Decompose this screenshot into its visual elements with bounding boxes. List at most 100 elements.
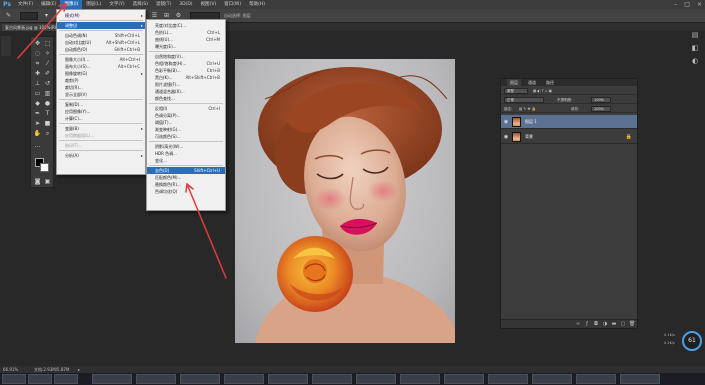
menu-option[interactable]: 替换颜色(R)... — [147, 181, 225, 188]
history-panel-icon[interactable]: ▤ — [690, 30, 700, 40]
menu-option[interactable]: 陷印(T)... — [57, 142, 145, 149]
new-layer-icon[interactable]: ▢ — [620, 321, 626, 327]
move-tool-icon[interactable]: ✥ — [33, 39, 42, 48]
delete-layer-icon[interactable]: 🗑 — [629, 321, 635, 327]
taskbar-item[interactable] — [620, 374, 660, 384]
new-group-icon[interactable]: ▬ — [611, 321, 617, 327]
menu-option[interactable]: 显示全部(V) — [57, 91, 145, 98]
taskbar-item[interactable] — [488, 374, 528, 384]
shape-tool-icon[interactable]: ■ — [43, 119, 52, 128]
background-color-swatch[interactable] — [40, 163, 49, 172]
menu-option[interactable]: 阈值(T)... — [147, 119, 225, 126]
adjustments-panel-icon[interactable]: ◐ — [690, 56, 700, 66]
menu-option[interactable]: HDR 色调... — [147, 150, 225, 157]
menu-option[interactable]: 计算(C)... — [57, 115, 145, 122]
dodge-tool-icon[interactable]: ● — [43, 99, 52, 108]
quick-select-tool-icon[interactable]: ✧ — [43, 49, 52, 58]
taskbar-item[interactable] — [2, 374, 26, 384]
fill-input[interactable]: 100% — [591, 106, 611, 112]
lasso-tool-icon[interactable]: ◌ — [33, 49, 42, 58]
menu-item[interactable]: 视图(V) — [197, 0, 221, 9]
menu-option[interactable]: 亮度/对比度(C)... — [147, 22, 225, 29]
layer-row-background[interactable]: ◉ 背景 🔒 — [501, 130, 637, 144]
tab-paths[interactable]: 路径 — [543, 79, 557, 86]
status-chevron-icon[interactable]: ▸ — [78, 366, 80, 373]
zoom-tool-icon[interactable]: ⌕ — [43, 129, 52, 138]
menu-item[interactable]: 编辑(E) — [37, 0, 60, 9]
menu-option[interactable]: 黑白(K)... Alt+Shift+Ctrl+B — [147, 74, 225, 81]
tab-layers[interactable]: 图层 — [507, 79, 521, 86]
menu-option[interactable]: 曲线(U)... Ctrl+M — [147, 36, 225, 43]
document-canvas[interactable] — [235, 59, 455, 343]
tool-preset-picker[interactable] — [20, 12, 38, 20]
path-select-tool-icon[interactable]: ➤ — [33, 119, 42, 128]
taskbar-item[interactable] — [312, 374, 352, 384]
menu-option[interactable]: 应用图像(Y)... — [57, 108, 145, 115]
link-layers-icon[interactable]: ∞ — [575, 321, 581, 327]
visibility-eye-icon[interactable]: ◉ — [503, 134, 509, 140]
restore-button[interactable]: □ — [684, 1, 690, 8]
taskbar-item[interactable] — [356, 374, 396, 384]
lock-icons[interactable]: ▨ ✎ ✥ 🔒 — [519, 106, 536, 112]
menu-option[interactable]: 裁剪(P) — [57, 77, 145, 84]
more-tools-icon[interactable]: … — [33, 141, 42, 150]
layer-row-1[interactable]: ◉ 图层 1 — [501, 115, 637, 129]
filter-icons[interactable]: ▦ ◐ T ◇ ▣ — [533, 88, 552, 94]
healing-brush-tool-icon[interactable]: ✚ — [33, 69, 42, 78]
eraser-tool-icon[interactable]: ▭ — [33, 89, 42, 98]
taskbar-item[interactable] — [444, 374, 484, 384]
menu-item[interactable]: 文件(F) — [14, 0, 37, 9]
adjustment-layer-icon[interactable]: ◑ — [602, 321, 608, 327]
menu-option[interactable]: 变化... — [147, 157, 225, 164]
menu-item[interactable]: 滤镜(T) — [152, 0, 175, 9]
menu-option[interactable]: 颜色查找... — [147, 95, 225, 102]
menu-item[interactable]: 图层(L) — [82, 0, 105, 9]
blend-mode-select[interactable]: 正常 — [504, 97, 544, 103]
menu-option[interactable]: 去色(D) Shift+Ctrl+U — [147, 167, 225, 174]
add-mask-icon[interactable]: ◘ — [593, 321, 599, 327]
taskbar-item[interactable] — [268, 374, 308, 384]
menu-option[interactable]: 照片滤镜(F)... — [147, 81, 225, 88]
menu-item[interactable]: 选择(S) — [129, 0, 152, 9]
menu-option[interactable]: 自动颜色(O) Shift+Ctrl+B — [57, 46, 145, 53]
minimize-button[interactable]: – — [674, 1, 677, 8]
taskbar-item[interactable] — [224, 374, 264, 384]
menu-option[interactable]: 应用数据组(L)... — [57, 132, 145, 139]
menu-option[interactable]: 曝光度(E)... — [147, 43, 225, 50]
menu-option[interactable]: 色彩平衡(B)... Ctrl+B — [147, 67, 225, 74]
menu-option[interactable]: 阴影/高光(W)... — [147, 143, 225, 150]
menu-option[interactable]: 色调分离(P)... — [147, 112, 225, 119]
menu-option[interactable]: 可选颜色(S)... — [147, 133, 225, 140]
menu-option[interactable]: 色阶(L)... Ctrl+L — [147, 29, 225, 36]
menu-option[interactable]: 渐变映射(G)... — [147, 126, 225, 133]
layer-filter-select[interactable]: 类型 — [504, 88, 528, 94]
menu-option[interactable]: 自动色调(N) Shift+Ctrl+L — [57, 32, 145, 39]
menu-option[interactable]: 变量(B) ▸ — [57, 125, 145, 132]
eyedropper-tool-icon[interactable]: ⁄ — [43, 59, 52, 68]
menu-option[interactable]: 模式(M) ▸ — [57, 12, 145, 19]
menu-option[interactable]: 分析(A) ▸ — [57, 152, 145, 159]
menu-option[interactable]: 反相(I) Ctrl+I — [147, 105, 225, 112]
properties-panel-icon[interactable]: ◧ — [690, 43, 700, 53]
taskbar-item[interactable] — [92, 374, 132, 384]
close-button[interactable]: × — [697, 1, 702, 8]
menu-option[interactable]: 图像旋转(G) ▸ — [57, 70, 145, 77]
brush-tool-icon[interactable]: ✐ — [43, 69, 52, 78]
menu-option[interactable]: 色调均化(Q) — [147, 188, 225, 195]
menu-item[interactable]: 文字(Y) — [105, 0, 128, 9]
menu-option[interactable]: 裁切(R)... — [57, 84, 145, 91]
menu-option[interactable]: 图像大小(I)... Alt+Ctrl+I — [57, 56, 145, 63]
taskbar-item[interactable] — [54, 374, 78, 384]
preset-chevron-icon[interactable]: ▾ — [42, 12, 51, 20]
menu-option[interactable]: 通道混合器(X)... — [147, 88, 225, 95]
gradient-tool-icon[interactable]: ▥ — [43, 89, 52, 98]
type-tool-icon[interactable]: T — [43, 109, 52, 118]
menu-option[interactable]: 自然饱和度(V)... — [147, 53, 225, 60]
menu-item[interactable]: 3D(D) — [175, 0, 196, 9]
taskbar-item[interactable] — [576, 374, 616, 384]
taskbar-item[interactable] — [180, 374, 220, 384]
tab-channels[interactable]: 通道 — [525, 79, 539, 86]
menu-option[interactable]: 自动对比度(U) Alt+Shift+Ctrl+L — [57, 39, 145, 46]
clone-stamp-tool-icon[interactable]: ⊥ — [33, 79, 42, 88]
taskbar-item[interactable] — [136, 374, 176, 384]
